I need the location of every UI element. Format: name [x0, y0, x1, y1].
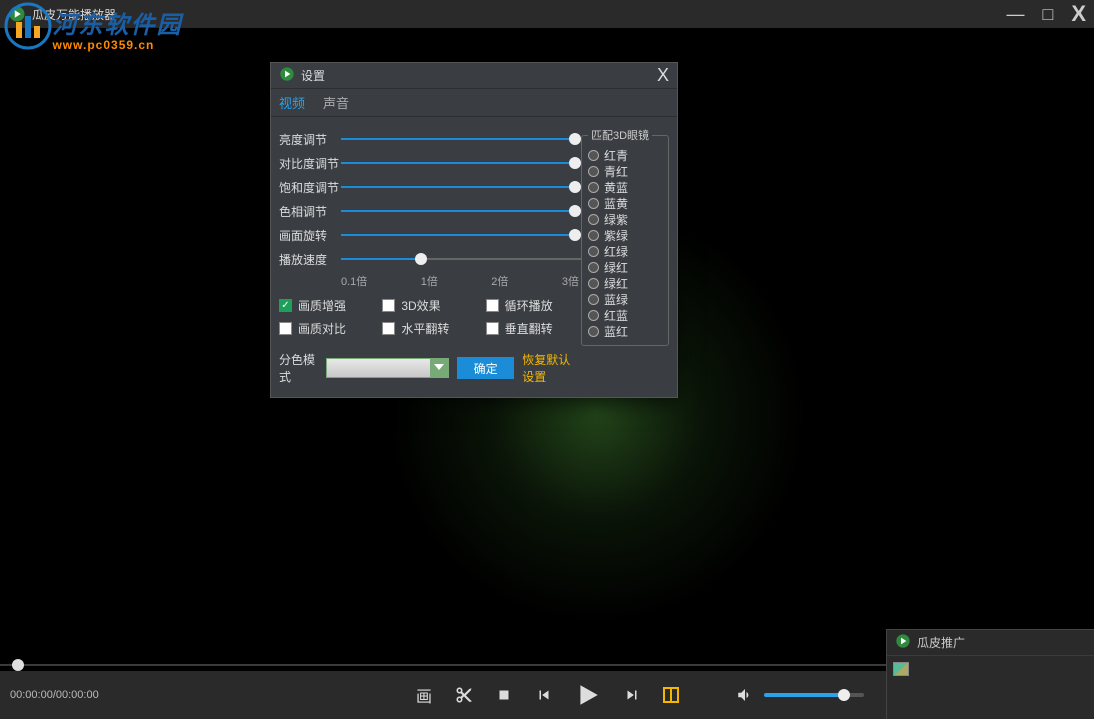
label-contrast: 对比度调节: [279, 155, 341, 172]
label-hue: 色相调节: [279, 203, 341, 220]
picture-mode-button[interactable]: 画: [415, 682, 433, 708]
tab-video[interactable]: 视频: [279, 93, 305, 112]
play-button[interactable]: [575, 682, 601, 708]
promo-panel: 瓜皮推广: [886, 629, 1094, 719]
promo-image-icon[interactable]: [893, 662, 909, 676]
glasses-option-4[interactable]: 绿紫: [588, 211, 662, 227]
speed-scale: 0.1倍 1倍 2倍 3倍: [341, 273, 581, 289]
glasses-option-3[interactable]: 蓝黄: [588, 195, 662, 211]
glasses-option-6[interactable]: 红绿: [588, 243, 662, 259]
label-saturation: 饱和度调节: [279, 179, 341, 196]
label-rotation: 画面旋转: [279, 227, 341, 244]
cut-icon[interactable]: [455, 686, 473, 704]
previous-button[interactable]: [535, 686, 553, 704]
check-compare[interactable]: 画质对比: [279, 320, 374, 337]
glasses-option-7[interactable]: 绿红: [588, 259, 662, 275]
ok-button[interactable]: 确定: [457, 357, 514, 379]
volume-slider[interactable]: [764, 693, 864, 697]
maximize-button[interactable]: □: [1042, 5, 1053, 23]
glasses-option-5[interactable]: 紫绿: [588, 227, 662, 243]
glasses-fieldset: 匹配3D眼镜 红青青红黄蓝蓝黄绿紫紫绿红绿绿红绿红蓝绿红蓝蓝红: [581, 127, 669, 346]
time-display: 00:00:00/00:00:00: [0, 689, 99, 701]
settings-dialog: 设置 X 视频 声音 亮度调节 对比度调节 饱和度调节 色相调节: [270, 62, 678, 398]
slider-contrast[interactable]: [341, 155, 581, 171]
check-flip-v[interactable]: 垂直翻转: [486, 320, 581, 337]
restore-defaults-link[interactable]: 恢复默认设置: [522, 351, 581, 385]
tab-audio[interactable]: 声音: [323, 93, 349, 112]
app-logo-icon: [8, 5, 26, 23]
glasses-option-1[interactable]: 青红: [588, 163, 662, 179]
dialog-title: 设置: [301, 67, 325, 84]
stop-button[interactable]: [495, 686, 513, 704]
dialog-titlebar: 设置 X: [271, 63, 677, 89]
dialog-tabs: 视频 声音: [271, 89, 677, 117]
slider-hue[interactable]: [341, 203, 581, 219]
slider-rotation[interactable]: [341, 227, 581, 243]
promo-title: 瓜皮推广: [917, 634, 965, 651]
promo-logo-icon: [895, 633, 911, 652]
close-button[interactable]: X: [1071, 3, 1086, 25]
slider-speed[interactable]: [341, 251, 581, 267]
slider-saturation[interactable]: [341, 179, 581, 195]
dialog-close-button[interactable]: X: [657, 65, 669, 86]
check-3d-effect[interactable]: 3D效果: [382, 297, 477, 314]
next-button[interactable]: [623, 686, 641, 704]
snapshot-button[interactable]: [663, 687, 679, 703]
volume-icon[interactable]: [736, 686, 754, 704]
glasses-option-0[interactable]: 红青: [588, 147, 662, 163]
dialog-logo-icon: [279, 66, 295, 85]
color-mode-label: 分色模式: [279, 351, 318, 385]
app-title: 瓜皮万能播放器: [32, 6, 116, 23]
glasses-option-11[interactable]: 蓝红: [588, 323, 662, 339]
check-loop[interactable]: 循环播放: [486, 297, 581, 314]
window-controls: — □ X: [1006, 0, 1086, 28]
glasses-option-10[interactable]: 红蓝: [588, 307, 662, 323]
label-brightness: 亮度调节: [279, 131, 341, 148]
glasses-option-9[interactable]: 蓝绿: [588, 291, 662, 307]
label-speed: 播放速度: [279, 251, 341, 268]
check-enhance[interactable]: 画质增强: [279, 297, 374, 314]
glasses-option-8[interactable]: 绿红: [588, 275, 662, 291]
color-mode-select[interactable]: [326, 358, 449, 378]
slider-brightness[interactable]: [341, 131, 581, 147]
glasses-legend: 匹配3D眼镜: [588, 127, 652, 143]
titlebar: 瓜皮万能播放器 — □ X: [0, 0, 1094, 28]
check-flip-h[interactable]: 水平翻转: [382, 320, 477, 337]
minimize-button[interactable]: —: [1006, 5, 1024, 23]
glasses-option-2[interactable]: 黄蓝: [588, 179, 662, 195]
